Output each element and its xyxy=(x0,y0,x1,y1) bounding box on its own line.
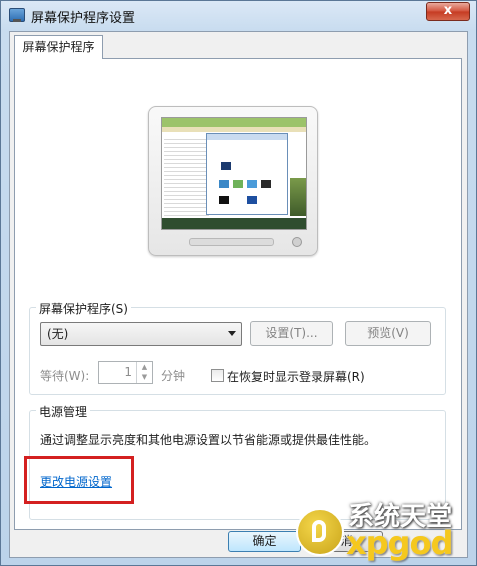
preview-dialog-title xyxy=(207,134,287,140)
watermark: 系统天堂 xpgod xyxy=(296,494,472,562)
preview-thumb xyxy=(219,196,229,204)
watermark-logo-icon xyxy=(296,508,344,556)
monitor-preview xyxy=(148,106,318,256)
preview-thumb xyxy=(221,162,231,170)
chevron-down-icon[interactable]: ▼ xyxy=(137,372,152,382)
display-icon xyxy=(9,8,25,22)
wait-value: 1 xyxy=(124,365,132,379)
monitor-power-button xyxy=(292,237,302,247)
window-title: 屏幕保护程序设置 xyxy=(31,11,136,26)
preview-dialog xyxy=(206,133,288,215)
power-group-label: 电源管理 xyxy=(36,403,91,420)
resume-checkbox-label[interactable]: 在恢复时显示登录屏幕(R) xyxy=(227,368,365,385)
preview-toolbar xyxy=(162,127,306,132)
close-button[interactable]: x xyxy=(426,2,470,21)
wait-unit: 分钟 xyxy=(161,369,186,383)
highlight-box xyxy=(24,456,134,504)
screensaver-group-label: 屏幕保护程序(S) xyxy=(36,300,131,317)
screensaver-select-value: (无) xyxy=(47,327,69,341)
title-bar[interactable]: 屏幕保护程序设置 x xyxy=(1,1,476,29)
resume-checkbox[interactable] xyxy=(211,369,224,382)
settings-button[interactable]: 设置(T)... xyxy=(250,321,333,346)
stepper-buttons[interactable]: ▲ ▼ xyxy=(136,362,152,383)
preview-thumb xyxy=(233,180,243,188)
watermark-en: xpgod xyxy=(346,524,453,562)
preview-thumb xyxy=(261,180,271,188)
tab-screensaver[interactable]: 屏幕保护程序 xyxy=(14,35,103,59)
preview-header xyxy=(162,118,306,127)
preview-button[interactable]: 预览(V) xyxy=(345,321,431,346)
preview-taskbar xyxy=(162,218,306,229)
preview-thumb xyxy=(247,196,257,204)
power-description: 通过调整显示亮度和其他电源设置以节省能源或提供最佳性能。 xyxy=(40,433,377,447)
screensaver-select[interactable]: (无) xyxy=(40,322,242,346)
preview-text-lines xyxy=(164,136,209,216)
wait-label: 等待(W): xyxy=(40,369,90,383)
preview-image xyxy=(290,178,306,216)
preview-screen xyxy=(161,117,307,230)
ok-button[interactable]: 确定 xyxy=(228,531,301,552)
chevron-up-icon[interactable]: ▲ xyxy=(137,362,152,372)
chevron-down-icon xyxy=(228,331,236,336)
preview-thumb xyxy=(219,180,229,188)
wait-stepper[interactable]: 1 ▲ ▼ xyxy=(98,361,153,384)
monitor-base xyxy=(189,238,274,246)
preview-thumb xyxy=(247,180,257,188)
